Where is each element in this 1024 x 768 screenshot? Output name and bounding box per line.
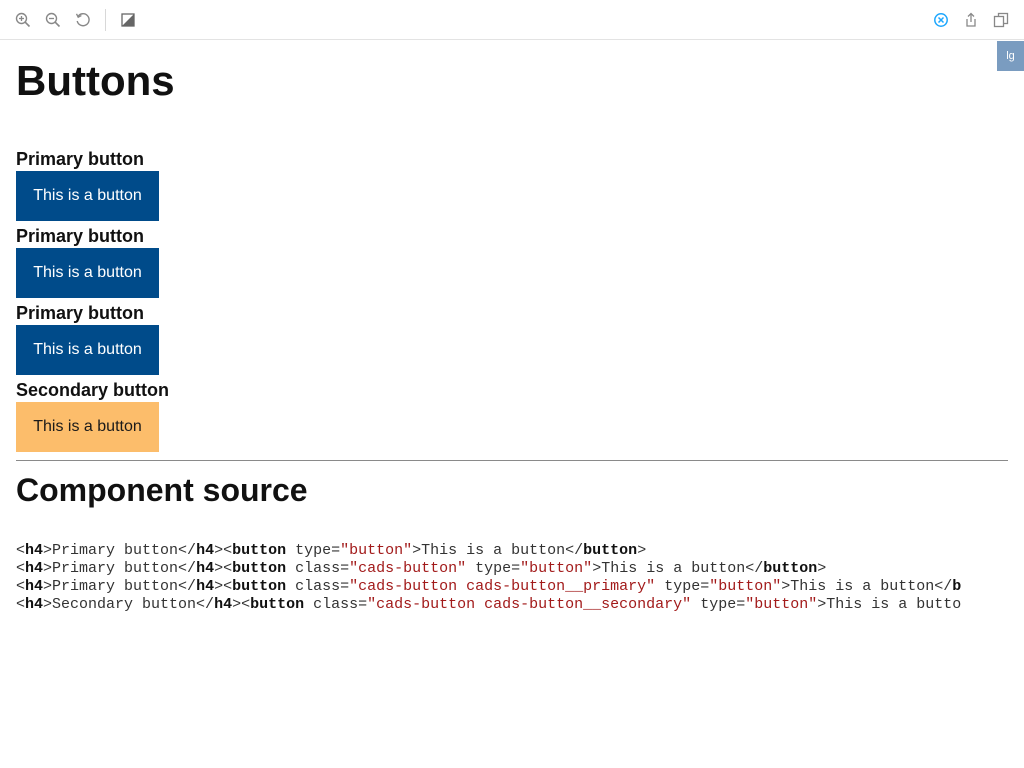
code-tag: h4: [25, 560, 44, 577]
code-tag: b: [952, 578, 962, 595]
code-text: >: [817, 560, 827, 577]
code-text: type=: [691, 596, 746, 613]
code-tag: button: [232, 542, 287, 559]
toolbar: [0, 0, 1024, 40]
code-line: <h4>Primary button</h4><button class="ca…: [16, 578, 1024, 596]
code-text: >Secondary button</: [43, 596, 215, 613]
code-tag: h4: [25, 542, 44, 559]
code-text: class=: [286, 578, 350, 595]
page-title: Buttons: [16, 57, 175, 104]
code-text: >Primary button</: [43, 578, 197, 595]
code-text: >This is a butto: [817, 596, 962, 613]
primary-button[interactable]: This is a button: [16, 325, 159, 375]
code-text: <: [16, 578, 26, 595]
code-text: class=: [286, 560, 350, 577]
code-tag: button: [232, 560, 287, 577]
share-icon[interactable]: [963, 12, 979, 28]
code-block: <h4>Primary button</h4><button type="but…: [16, 542, 1024, 614]
toolbar-divider: [105, 9, 106, 31]
code-text: >Primary button</: [43, 560, 197, 577]
group-heading: Primary button: [16, 149, 145, 169]
code-text: type=: [466, 560, 521, 577]
code-line: <h4>Secondary button</h4><button class="…: [16, 596, 1024, 614]
reset-zoom-icon[interactable]: [75, 12, 91, 28]
code-text: class=: [304, 596, 368, 613]
code-text: >: [637, 542, 647, 559]
close-icon[interactable]: [933, 12, 949, 28]
group-heading: Secondary button: [16, 380, 170, 400]
code-tag: button: [232, 578, 287, 595]
secondary-button[interactable]: This is a button: [16, 402, 159, 452]
code-text: ><: [232, 596, 251, 613]
code-text: type=: [655, 578, 710, 595]
zoom-in-icon[interactable]: [15, 12, 31, 28]
code-attr-value: "button": [520, 560, 593, 577]
code-text: type=: [286, 542, 341, 559]
code-line: <h4>Primary button</h4><button class="ca…: [16, 560, 1024, 578]
divider: [16, 460, 1008, 461]
code-attr-value: "button": [340, 542, 413, 559]
code-tag: h4: [196, 578, 215, 595]
group-heading: Primary button: [16, 226, 145, 246]
code-text: >This is a button</: [412, 542, 584, 559]
code-text: ><: [214, 560, 233, 577]
code-attr-value: "cads-button": [349, 560, 467, 577]
code-line: <h4>Primary button</h4><button type="but…: [16, 542, 1024, 560]
code-text: >This is a button</: [781, 578, 953, 595]
background-icon[interactable]: [120, 12, 136, 28]
code-tag: h4: [25, 596, 44, 613]
code-tag: button: [763, 560, 818, 577]
component-source-title: Component source: [16, 472, 308, 508]
code-tag: h4: [214, 596, 233, 613]
code-tag: button: [583, 542, 638, 559]
code-attr-value: "cads-button cads-button__primary": [349, 578, 656, 595]
group-heading: Primary button: [16, 303, 145, 323]
primary-button[interactable]: This is a button: [16, 171, 159, 221]
viewport-badge[interactable]: lg: [997, 41, 1024, 71]
code-text: ><: [214, 542, 233, 559]
code-text: ><: [214, 578, 233, 595]
code-tag: h4: [196, 560, 215, 577]
code-tag: h4: [196, 542, 215, 559]
code-attr-value: "button": [709, 578, 782, 595]
code-text: <: [16, 560, 26, 577]
zoom-out-icon[interactable]: [45, 12, 61, 28]
code-text: >Primary button</: [43, 542, 197, 559]
code-tag: h4: [25, 578, 44, 595]
code-attr-value: "cads-button cads-button__secondary": [367, 596, 692, 613]
code-text: <: [16, 596, 26, 613]
code-text: <: [16, 542, 26, 559]
code-tag: button: [250, 596, 305, 613]
copy-icon[interactable]: [993, 12, 1009, 28]
primary-button[interactable]: This is a button: [16, 248, 159, 298]
code-text: >This is a button</: [592, 560, 764, 577]
code-attr-value: "button": [745, 596, 818, 613]
